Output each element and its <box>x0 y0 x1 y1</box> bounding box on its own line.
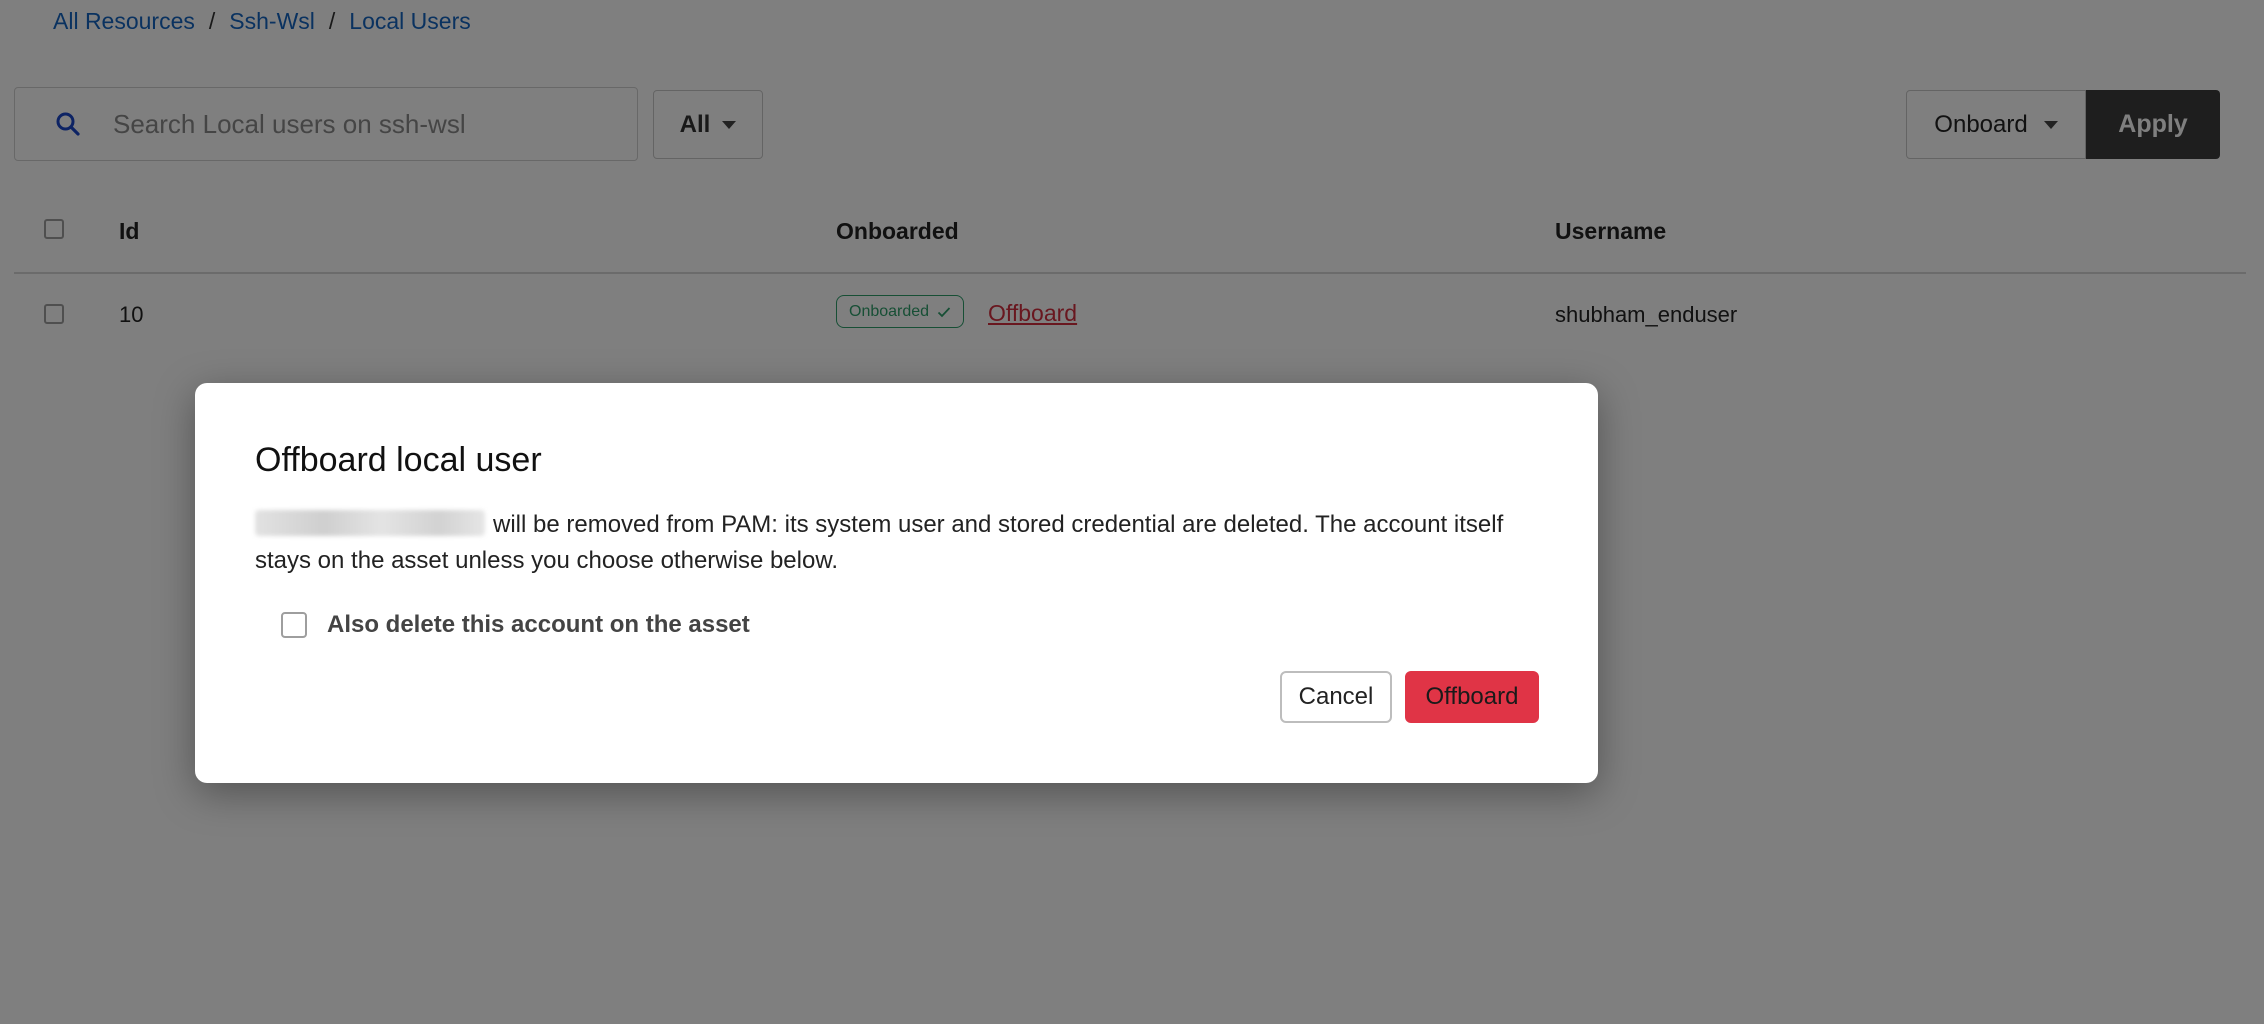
delete-on-asset-label[interactable]: Also delete this account on the asset <box>327 611 750 639</box>
confirm-offboard-button[interactable]: Offboard <box>1405 671 1539 723</box>
offboard-dialog: Offboard local user will be removed from… <box>195 383 1598 783</box>
dialog-title: Offboard local user <box>255 441 542 479</box>
redacted-username <box>255 510 485 536</box>
cancel-button[interactable]: Cancel <box>1280 671 1392 723</box>
delete-on-asset-checkbox[interactable] <box>281 612 307 638</box>
delete-on-asset-option: Also delete this account on the asset <box>281 611 750 639</box>
dialog-message: will be removed from PAM: its system use… <box>255 507 1545 579</box>
page: All Resources / Ssh-Wsl / Local Users Al… <box>0 0 2264 1024</box>
